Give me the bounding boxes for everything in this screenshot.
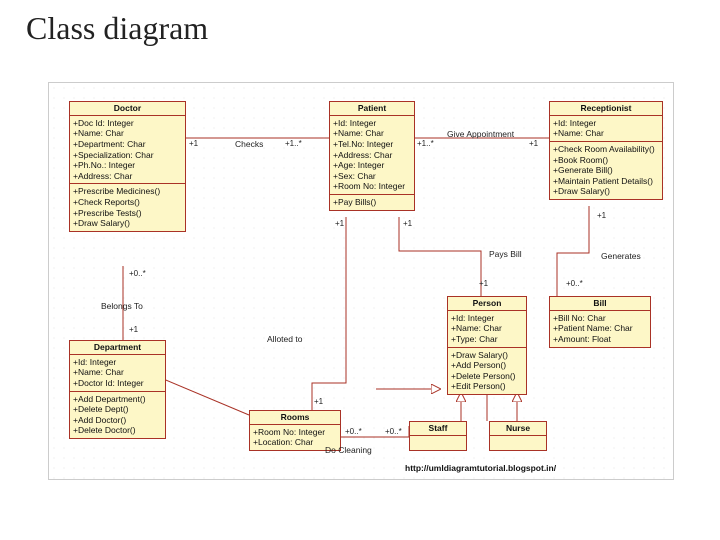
diagram-canvas: Doctor +Doc Id: Integer +Name: Char +Dep… [48, 82, 674, 480]
class-bill: Bill +Bill No: Char +Patient Name: Char … [549, 296, 651, 348]
op: +Pay Bills() [333, 197, 411, 208]
ops: +Check Room Availability() +Book Room() … [550, 142, 662, 199]
op: +Draw Salary() [73, 218, 182, 229]
rel-give-appointment: Give Appointment [447, 129, 514, 139]
class-person: Person +Id: Integer +Name: Char +Type: C… [447, 296, 527, 395]
page-title: Class diagram [26, 10, 208, 47]
attr: +Bill No: Char [553, 313, 647, 324]
op: +Check Room Availability() [553, 144, 659, 155]
class-receptionist: Receptionist +Id: Integer +Name: Char +C… [549, 101, 663, 200]
op: +Delete Doctor() [73, 425, 162, 436]
mult: +0..* [385, 427, 402, 436]
mult: +1 [597, 211, 606, 220]
op: +Delete Person() [451, 371, 523, 382]
op: +Maintain Patient Details() [553, 176, 659, 187]
attrs [490, 436, 546, 451]
attr: +Address: Char [333, 150, 411, 161]
op: +Prescribe Tests() [73, 208, 182, 219]
op: +Book Room() [553, 155, 659, 166]
op: +Draw Salary() [553, 186, 659, 197]
rel-do-cleaning: Do Cleaning [325, 445, 372, 455]
attr: +Type: Char [451, 334, 523, 345]
attr: +Patient Name: Char [553, 323, 647, 334]
op: +Add Doctor() [73, 415, 162, 426]
class-name: Bill [550, 297, 650, 311]
ops: +Pay Bills() [330, 195, 414, 210]
attr: +Name: Char [333, 128, 411, 139]
mult: +1 [129, 325, 138, 334]
mult: +0..* [566, 279, 583, 288]
mult: +1 [479, 279, 488, 288]
attr: +Department: Char [73, 139, 182, 150]
op: +Check Reports() [73, 197, 182, 208]
op: +Add Person() [451, 360, 523, 371]
mult: +1 [314, 397, 323, 406]
class-name: Nurse [490, 422, 546, 436]
class-name: Receptionist [550, 102, 662, 116]
attrs: +Id: Integer +Name: Char +Type: Char [448, 311, 526, 348]
rel-checks: Checks [235, 139, 263, 149]
mult: +1..* [417, 139, 434, 148]
op: +Add Department() [73, 394, 162, 405]
class-staff: Staff [409, 421, 467, 451]
attr: +Name: Char [73, 367, 162, 378]
mult: +1 [403, 219, 412, 228]
attr: +Id: Integer [553, 118, 659, 129]
op: +Generate Bill() [553, 165, 659, 176]
mult: +0..* [345, 427, 362, 436]
class-name: Doctor [70, 102, 185, 116]
class-name: Rooms [250, 411, 340, 425]
attr: +Ph.No.: Integer [73, 160, 182, 171]
class-patient: Patient +Id: Integer +Name: Char +Tel.No… [329, 101, 415, 211]
class-doctor: Doctor +Doc Id: Integer +Name: Char +Dep… [69, 101, 186, 232]
op: +Delete Dept() [73, 404, 162, 415]
attr: +Specialization: Char [73, 150, 182, 161]
mult: +1..* [285, 139, 302, 148]
attr: +Tel.No: Integer [333, 139, 411, 150]
attr: +Id: Integer [73, 357, 162, 368]
rel-alloted-to: Alloted to [267, 334, 302, 344]
attr: +Room No: Integer [253, 427, 337, 438]
op: +Draw Salary() [451, 350, 523, 361]
attr: +Sex: Char [333, 171, 411, 182]
ops: +Prescribe Medicines() +Check Reports() … [70, 184, 185, 231]
attr: +Doc Id: Integer [73, 118, 182, 129]
attr: +Amount: Float [553, 334, 647, 345]
attrs: +Bill No: Char +Patient Name: Char +Amou… [550, 311, 650, 347]
attr: +Age: Integer [333, 160, 411, 171]
mult: +1 [335, 219, 344, 228]
ops: +Add Department() +Delete Dept() +Add Do… [70, 392, 165, 439]
attrs: +Id: Integer +Name: Char +Tel.No: Intege… [330, 116, 414, 195]
mult: +0..* [129, 269, 146, 278]
attr: +Id: Integer [333, 118, 411, 129]
class-department: Department +Id: Integer +Name: Char +Doc… [69, 340, 166, 439]
class-name: Person [448, 297, 526, 311]
attrs: +Doc Id: Integer +Name: Char +Department… [70, 116, 185, 185]
attr: +Id: Integer [451, 313, 523, 324]
class-name: Staff [410, 422, 466, 436]
attr: +Name: Char [451, 323, 523, 334]
rel-generates: Generates [601, 251, 641, 261]
attr: +Name: Char [553, 128, 659, 139]
op: +Edit Person() [451, 381, 523, 392]
class-name: Patient [330, 102, 414, 116]
rel-belongs-to: Belongs To [101, 301, 143, 311]
attr: +Name: Char [73, 128, 182, 139]
attrs [410, 436, 466, 451]
class-nurse: Nurse [489, 421, 547, 451]
attrs: +Id: Integer +Name: Char +Doctor Id: Int… [70, 355, 165, 392]
class-name: Department [70, 341, 165, 355]
attr: +Doctor Id: Integer [73, 378, 162, 389]
attr: +Address: Char [73, 171, 182, 182]
attr: +Room No: Integer [333, 181, 411, 192]
mult: +1 [189, 139, 198, 148]
rel-pays-bill: Pays Bill [489, 249, 522, 259]
op: +Prescribe Medicines() [73, 186, 182, 197]
attrs: +Id: Integer +Name: Char [550, 116, 662, 142]
ops: +Draw Salary() +Add Person() +Delete Per… [448, 348, 526, 395]
source-credit: http://umldiagramtutorial.blogspot.in/ [405, 463, 556, 473]
mult: +1 [529, 139, 538, 148]
